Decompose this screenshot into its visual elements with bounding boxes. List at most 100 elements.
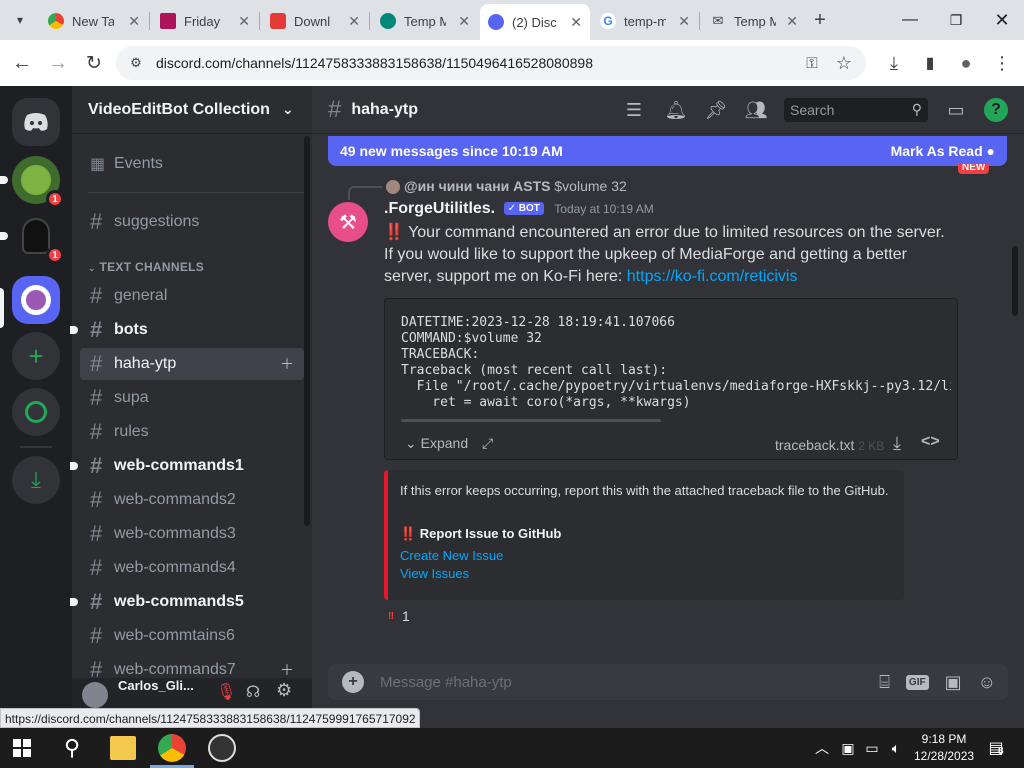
view-issues-link[interactable]: View Issues xyxy=(400,566,469,581)
emoji-icon[interactable]: ☺ xyxy=(978,672,996,693)
browser-tab[interactable]: Friday ✕ xyxy=(152,6,258,36)
server-icon-selected[interactable] xyxy=(12,276,60,324)
channel-item[interactable]: # haha-ytp ＋ xyxy=(80,348,304,380)
channel-item[interactable]: # supa xyxy=(80,382,304,414)
fullscreen-icon[interactable]: ⤢ xyxy=(482,435,493,451)
reply-preview[interactable]: @ин чини чани ASTS $volume 32 xyxy=(404,178,627,194)
menu-icon[interactable]: ⋮ xyxy=(990,50,1014,76)
pin-icon[interactable]: 📌︎ xyxy=(704,98,728,122)
address-bar[interactable]: ⚙ discord.com/channels/11247583338831586… xyxy=(116,46,866,80)
close-tab-icon[interactable]: ✕ xyxy=(128,13,140,30)
download-file-icon[interactable]: ⤓ xyxy=(893,433,901,454)
selected-server-indicator xyxy=(0,288,4,328)
channel-item[interactable]: # rules xyxy=(80,416,304,448)
download-apps-button[interactable]: ⤓ xyxy=(12,456,60,504)
server-icon[interactable]: 1 xyxy=(12,212,64,264)
channel-item[interactable]: # web-commtains6 xyxy=(80,620,304,652)
reload-icon[interactable]: ↻ xyxy=(80,50,108,76)
help-icon[interactable]: ? xyxy=(984,98,1008,122)
notification-bell-icon[interactable]: 🔔︎ xyxy=(664,98,688,122)
expand-button[interactable]: ⌄ Expand ⤢ xyxy=(405,435,493,452)
add-server-button[interactable]: + xyxy=(12,332,60,380)
threads-icon[interactable]: ☰ xyxy=(622,98,646,122)
channel-item[interactable]: # web-commands4 xyxy=(80,552,304,584)
chrome-taskbar-icon[interactable] xyxy=(158,734,186,762)
mute-icon[interactable]: 🎙 xyxy=(216,682,236,702)
channel-item[interactable]: # web-commands1 xyxy=(70,450,304,482)
browser-tab[interactable]: ✉ Temp M ✕ xyxy=(702,6,806,36)
forward-icon[interactable]: → xyxy=(44,50,72,76)
channel-suggestions[interactable]: # suggestions xyxy=(80,206,304,238)
hash-icon: # xyxy=(90,487,103,512)
invite-icon[interactable]: ＋ xyxy=(280,660,294,680)
gif-icon[interactable]: GIF xyxy=(905,674,929,690)
server-icon[interactable]: 1 xyxy=(12,156,64,208)
inbox-icon[interactable]: ▭ xyxy=(944,98,968,122)
sticker-icon[interactable]: ▣ xyxy=(945,672,962,693)
code-scrollbar[interactable] xyxy=(401,419,661,422)
browser-tab[interactable]: Downl ✕ xyxy=(262,6,368,36)
maximize-button[interactable]: ❐ xyxy=(942,8,970,32)
kofi-link[interactable]: https://ko-fi.com/reticivis xyxy=(627,268,798,285)
browser-tab-active[interactable]: (2) Disc ✕ xyxy=(480,4,590,40)
volume-icon[interactable]: 🔈︎ xyxy=(886,738,906,758)
download-icon[interactable]: ⤓ xyxy=(882,50,906,76)
browser-tab[interactable]: New Ta ✕ xyxy=(40,6,148,36)
file-explorer-icon[interactable] xyxy=(110,736,136,760)
category-text-channels[interactable]: ⌄ TEXT CHANNELS xyxy=(88,260,204,274)
upload-plus-icon[interactable]: + xyxy=(342,671,364,693)
settings-gear-icon[interactable]: ⚙ xyxy=(276,680,292,701)
notification-center-icon[interactable]: ▤ xyxy=(984,736,1008,760)
author-name[interactable]: .ForgeUtilitles. xyxy=(384,200,495,217)
back-icon[interactable]: ← xyxy=(8,50,36,76)
obs-icon[interactable] xyxy=(208,734,236,762)
explore-servers-button[interactable] xyxy=(12,388,60,436)
discord-home-button[interactable] xyxy=(12,98,60,146)
channel-item[interactable]: # web-commands3 xyxy=(80,518,304,550)
close-tab-icon[interactable]: ✕ xyxy=(786,13,798,30)
chat-scrollbar[interactable] xyxy=(1012,246,1018,316)
server-header[interactable]: VideoEditBot Collection 1.0 ⌄ xyxy=(72,86,312,134)
close-tab-icon[interactable]: ✕ xyxy=(570,14,582,31)
close-window-button[interactable]: ✕ xyxy=(988,8,1016,32)
chevron-up-icon[interactable]: ︿ xyxy=(812,738,832,758)
browser-tab[interactable]: G temp-m ✕ xyxy=(592,6,698,36)
monitor-icon[interactable]: ▭ xyxy=(862,738,882,758)
profile-icon[interactable]: ● xyxy=(954,50,978,76)
close-tab-icon[interactable]: ✕ xyxy=(678,13,690,30)
create-issue-link[interactable]: Create New Issue xyxy=(400,548,503,563)
channel-item[interactable]: # web-commands5 xyxy=(70,586,304,618)
member-list-icon[interactable]: 👥︎ xyxy=(744,98,768,122)
gift-icon[interactable]: ⌸ xyxy=(879,672,890,693)
events-item[interactable]: ▦ Events xyxy=(80,148,304,180)
invite-icon[interactable]: ＋ xyxy=(280,354,294,374)
bookmark-star-icon[interactable]: ☆ xyxy=(834,53,854,73)
channel-item[interactable]: # web-commands2 xyxy=(80,484,304,516)
password-key-icon[interactable]: ⚿ xyxy=(802,54,822,72)
channel-item[interactable]: # general xyxy=(80,280,304,312)
mark-as-read-button[interactable]: Mark As Read ● xyxy=(891,143,995,159)
headset-icon[interactable]: ☊ xyxy=(246,682,260,702)
close-tab-icon[interactable]: ✕ xyxy=(348,13,360,30)
search-icon[interactable]: ⚲ xyxy=(58,734,86,762)
browser-tab[interactable]: Temp M ✕ xyxy=(372,6,478,36)
view-code-icon[interactable]: <> xyxy=(921,433,940,451)
channel-scrollbar[interactable] xyxy=(304,136,310,526)
search-bar[interactable]: Search ⚲ xyxy=(784,98,928,122)
message-input[interactable]: Message #haha-ytp xyxy=(380,674,879,691)
bot-avatar[interactable]: ⚒ xyxy=(328,202,368,242)
minimize-button[interactable]: — xyxy=(896,8,924,32)
close-tab-icon[interactable]: ✕ xyxy=(458,13,470,30)
windows-start-icon[interactable] xyxy=(12,738,32,758)
new-tab-button[interactable]: + xyxy=(808,8,832,32)
channel-item[interactable]: # bots xyxy=(70,314,304,346)
side-panel-icon[interactable]: ▮ xyxy=(918,50,942,76)
tab-search-button[interactable]: ▾ xyxy=(8,10,32,30)
reaction[interactable]: ‼ 1 xyxy=(384,606,414,626)
close-tab-icon[interactable]: ✕ xyxy=(238,13,250,30)
network-icon[interactable]: ▣ xyxy=(838,738,858,758)
clock[interactable]: 9:18 PM 12/28/2023 xyxy=(914,731,974,765)
new-messages-bar[interactable]: 49 new messages since 10:19 AM Mark As R… xyxy=(328,136,1007,166)
site-info-icon[interactable]: ⚙ xyxy=(126,54,146,72)
avatar[interactable] xyxy=(82,682,108,708)
